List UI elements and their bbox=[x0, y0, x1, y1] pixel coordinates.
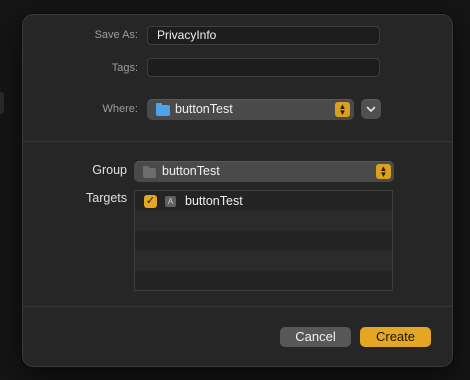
tags-input[interactable] bbox=[147, 58, 380, 77]
tags-label: Tags: bbox=[111, 62, 138, 74]
group-label: Group bbox=[92, 163, 127, 177]
save-as-label: Save As: bbox=[94, 29, 138, 41]
separator-bottom bbox=[23, 306, 452, 307]
targets-list: ✓ A buttonTest bbox=[134, 190, 393, 291]
list-row-empty bbox=[135, 211, 392, 231]
group-value: buttonTest bbox=[162, 164, 220, 178]
save-dialog: Save As: PrivacyInfo Tags: Where: button… bbox=[22, 14, 453, 367]
folder-icon bbox=[156, 103, 170, 116]
app-icon: A bbox=[165, 196, 176, 207]
chevron-updown-icon: ▲ ▼ bbox=[335, 102, 350, 117]
chevron-updown-icon: ▲ ▼ bbox=[376, 164, 391, 179]
where-value: buttonTest bbox=[175, 102, 233, 116]
group-popup[interactable]: buttonTest ▲ ▼ bbox=[134, 161, 394, 182]
target-label: buttonTest bbox=[185, 194, 243, 208]
folder-icon bbox=[143, 166, 156, 178]
save-as-input[interactable]: PrivacyInfo bbox=[147, 26, 380, 45]
where-label: Where: bbox=[102, 103, 138, 115]
expand-button[interactable] bbox=[361, 99, 381, 119]
list-row-empty bbox=[135, 271, 392, 290]
background-window-edge bbox=[0, 92, 4, 114]
checkmark-icon[interactable]: ✓ bbox=[144, 195, 157, 208]
list-row-empty bbox=[135, 231, 392, 251]
chevron-down-icon bbox=[366, 106, 376, 112]
create-button[interactable]: Create bbox=[360, 327, 431, 347]
list-item[interactable]: ✓ A buttonTest bbox=[135, 191, 392, 211]
separator-top bbox=[23, 141, 452, 142]
cancel-button[interactable]: Cancel bbox=[280, 327, 351, 347]
list-row-empty bbox=[135, 251, 392, 271]
where-popup[interactable]: buttonTest ▲ ▼ bbox=[147, 99, 354, 120]
targets-label: Targets bbox=[86, 191, 127, 205]
